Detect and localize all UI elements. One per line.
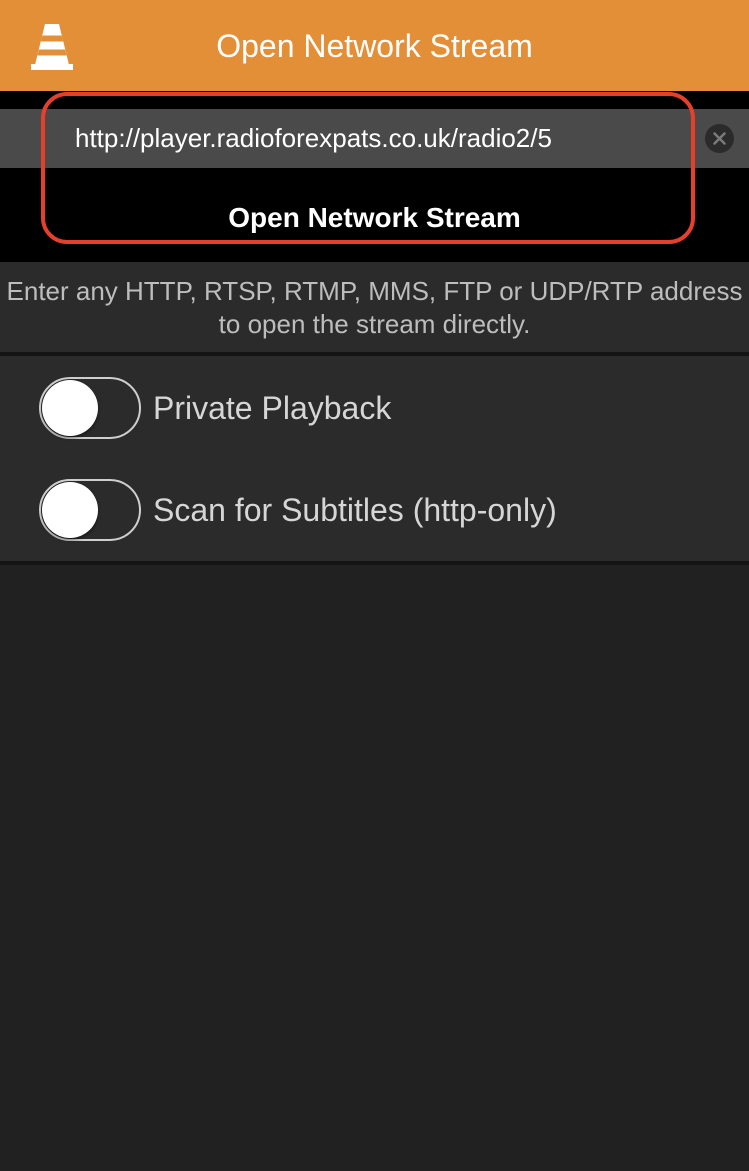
- toggle-knob: [42, 380, 98, 436]
- toggle-knob: [42, 482, 98, 538]
- private-playback-toggle[interactable]: [39, 377, 141, 439]
- scan-subtitles-label: Scan for Subtitles (http-only): [153, 492, 557, 528]
- hint-text: Enter any HTTP, RTSP, RTMP, MMS, FTP or …: [6, 276, 743, 339]
- page-title: Open Network Stream: [216, 28, 533, 64]
- highlight-annotation: [41, 92, 695, 244]
- scan-subtitles-toggle[interactable]: [39, 479, 141, 541]
- private-playback-label: Private Playback: [153, 390, 392, 426]
- divider: [0, 561, 749, 565]
- open-network-stream-screen: Open Network Stream http://player.radiof…: [0, 0, 749, 1171]
- clear-x-icon[interactable]: [705, 124, 734, 153]
- navigation-bar: Open Network Stream: [0, 0, 749, 91]
